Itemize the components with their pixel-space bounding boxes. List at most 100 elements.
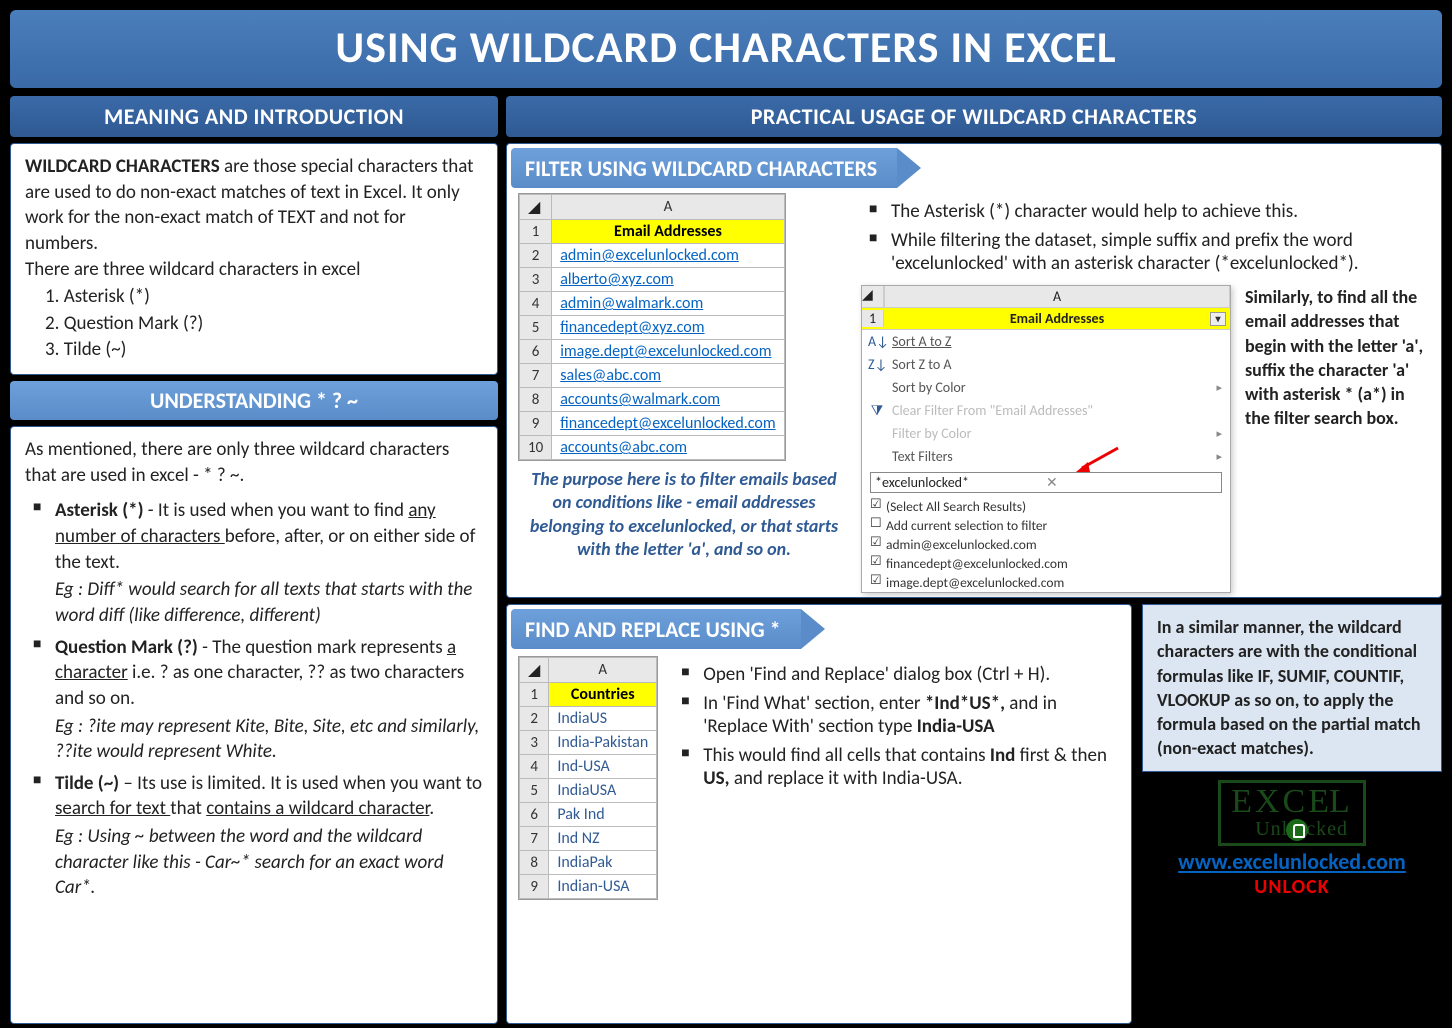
filter-bullet-2: While filtering the dataset, simple suff… [869, 229, 1429, 275]
email-cell[interactable]: accounts@walmark.com [552, 388, 784, 412]
email-cell[interactable]: accounts@abc.com [552, 436, 784, 460]
wildcard-list: 1. Asterisk (*) 2. Question Mark (?) 3. … [25, 284, 483, 363]
rownum[interactable]: 10 [520, 436, 552, 460]
t: Sort Z to A [892, 356, 951, 373]
rownum[interactable]: 8 [520, 388, 552, 412]
filter-check-item[interactable]: financedept@excelunlocked.com [862, 554, 1230, 573]
asterisk-label: Asterisk (*) [55, 499, 144, 522]
rownum[interactable]: 7 [520, 364, 552, 388]
country-cell[interactable]: IndiaUSA [549, 779, 657, 803]
t: – Its use is limited. It is used when yo… [119, 772, 482, 795]
rownum[interactable]: 9 [520, 875, 549, 899]
filter-check-item[interactable]: (Select All Search Results) [862, 497, 1230, 516]
col-a[interactable]: A [552, 195, 784, 220]
t: . [429, 797, 434, 820]
qm-item: Question Mark (?) - The question mark re… [33, 635, 483, 765]
find-bullet-2: In 'Find What' section, enter *Ind*US*, … [681, 692, 1119, 738]
rownum[interactable]: 5 [520, 316, 552, 340]
t: This would find all cells that contains [703, 744, 990, 767]
country-cell[interactable]: IndiaPak [549, 851, 657, 875]
emails-header-cell[interactable]: Email Addresses [552, 220, 784, 244]
country-cell[interactable]: Indian-USA [549, 875, 657, 899]
t: search for text [55, 797, 170, 820]
filter-section: FILTER USING WILDCARD CHARACTERS ◢A 1Ema… [506, 143, 1442, 598]
find-bullet-3: This would find all cells that contains … [681, 744, 1119, 790]
excel-unlocked-logo: EXCEL Unlcked [1218, 780, 1366, 846]
fm-row1-num[interactable]: 1 [862, 310, 884, 327]
site-link[interactable]: www.excelunlocked.com [1142, 848, 1442, 875]
country-cell[interactable]: Pak Ind [549, 803, 657, 827]
tilde-item: Tilde (~) – Its use is limited. It is us… [33, 771, 483, 901]
rownum[interactable]: 1 [520, 220, 552, 244]
t: first & then [1015, 744, 1107, 767]
col-a[interactable]: A [549, 658, 657, 683]
fm-col-a[interactable]: A [884, 286, 1230, 307]
rownum[interactable]: 6 [520, 803, 549, 827]
email-cell[interactable]: alberto@xyz.com [552, 268, 784, 292]
t: In 'Find What' section, enter [703, 692, 925, 715]
filter-check-item[interactable]: admin@excelunlocked.com [862, 535, 1230, 554]
email-cell[interactable]: image.dept@excelunlocked.com [552, 340, 784, 364]
rownum[interactable]: 8 [520, 851, 549, 875]
list-item: 3. Tilde (~) [45, 337, 483, 363]
countries-table: ◢A 1Countries 2IndiaUS3India-Pakistan4In… [519, 657, 657, 899]
rownum[interactable]: 4 [520, 292, 552, 316]
padlock-icon [1286, 819, 1308, 841]
t: Email Addresses [1010, 310, 1104, 327]
fm-header-cell[interactable]: Email Addresses [884, 310, 1230, 327]
t: Ind [990, 744, 1015, 767]
sort-az-icon: A↓ [868, 333, 886, 350]
t: Clear Filter From "Email Addresses" [892, 402, 1093, 419]
countries-header-cell[interactable]: Countries [549, 683, 657, 707]
email-cell[interactable]: financedept@excelunlocked.com [552, 412, 784, 436]
country-cell[interactable]: Ind-USA [549, 755, 657, 779]
t: *Ind*US*, [925, 692, 1005, 715]
email-cell[interactable]: admin@walmark.com [552, 292, 784, 316]
email-cell[interactable]: admin@excelunlocked.com [552, 244, 784, 268]
rownum[interactable]: 6 [520, 340, 552, 364]
u-intro: As mentioned, there are only three wildc… [25, 437, 483, 488]
rownum[interactable]: 1 [520, 683, 549, 707]
t: that [170, 797, 206, 820]
rownum[interactable]: 7 [520, 827, 549, 851]
email-cell[interactable]: financedept@xyz.com [552, 316, 784, 340]
rownum[interactable]: 4 [520, 755, 549, 779]
fm-corner: ◢ [862, 286, 884, 307]
country-cell[interactable]: India-Pakistan [549, 731, 657, 755]
filter-check-item[interactable]: image.dept@excelunlocked.com [862, 573, 1230, 592]
email-cell[interactable]: sales@abc.com [552, 364, 784, 388]
filter-search-box[interactable]: *excelunlocked* ✕ [870, 472, 1222, 493]
rownum[interactable]: 3 [520, 731, 549, 755]
rownum[interactable]: 9 [520, 412, 552, 436]
tilde-eg: Eg : Using ~ between the word and the wi… [55, 824, 483, 901]
rownum[interactable]: 2 [520, 244, 552, 268]
clear-filter: ⧩Clear Filter From "Email Addresses" [862, 399, 1230, 422]
qm-label: Question Mark (?) [55, 636, 198, 659]
text-filters[interactable]: Text Filters ▸ [862, 445, 1230, 468]
qm-eg: Eg : ?ite may represent Kite, Bite, Site… [55, 714, 483, 765]
rownum[interactable]: 3 [520, 268, 552, 292]
country-cell[interactable]: Ind NZ [549, 827, 657, 851]
tilde-label: Tilde (~) [55, 772, 119, 795]
ribbon-tail-icon [897, 148, 921, 188]
understanding-header: UNDERSTANDING * ? ~ [10, 381, 498, 420]
filter-dropdown-menu[interactable]: ◢ A 1 Email Addresses [861, 285, 1231, 593]
t: - It is used when you want to find [144, 499, 409, 522]
rownum[interactable]: 5 [520, 779, 549, 803]
rownum[interactable]: 2 [520, 707, 549, 731]
filter-check-item[interactable]: Add current selection to filter [862, 516, 1230, 535]
sort-az[interactable]: A↓Sort A to Z [862, 330, 1230, 353]
filter-caption: The purpose here is to filter emails bas… [519, 460, 849, 562]
search-text: *excelunlocked* [875, 474, 1043, 491]
t: Text Filters [892, 448, 953, 465]
chevron-right-icon: ▸ [1216, 450, 1222, 463]
t: US, [703, 767, 729, 790]
t: - The question mark represents [198, 636, 447, 659]
sort-color[interactable]: Sort by Color▸ [862, 376, 1230, 399]
intro-line2: There are three wildcard characters in e… [25, 257, 483, 283]
country-cell[interactable]: IndiaUS [549, 707, 657, 731]
filter-dropdown-icon[interactable] [1210, 312, 1226, 326]
clear-search-icon[interactable]: ✕ [1043, 474, 1217, 491]
meaning-header: MEANING AND INTRODUCTION [10, 96, 498, 137]
sort-za[interactable]: Z↓Sort Z to A [862, 353, 1230, 376]
